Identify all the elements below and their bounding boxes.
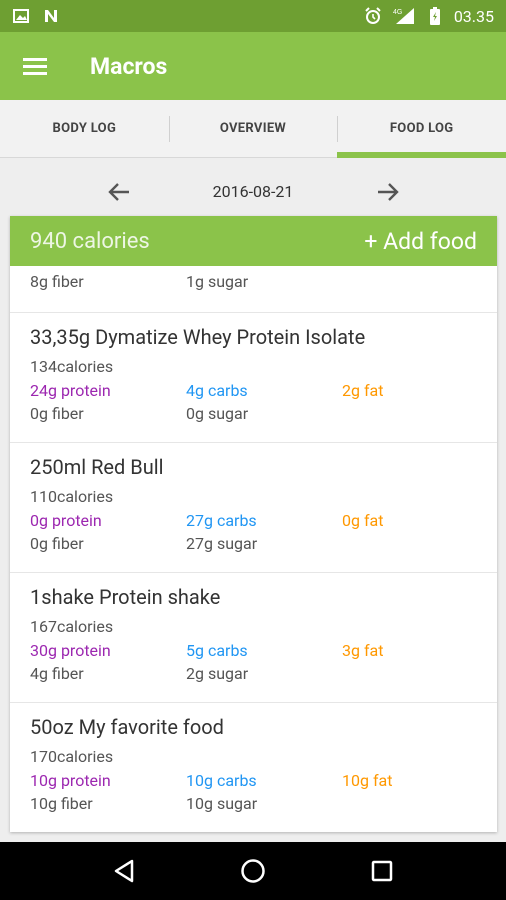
fat-value: 3g fat bbox=[342, 641, 384, 660]
tab-overview[interactable]: OVERVIEW bbox=[168, 100, 338, 157]
sugar-value: 0g sugar bbox=[186, 404, 249, 423]
date-navigator: 2016-08-21 bbox=[0, 166, 506, 216]
tab-food-log[interactable]: FOOD LOG bbox=[337, 100, 506, 158]
tab-body-log[interactable]: BODY LOG bbox=[0, 100, 169, 157]
svg-text:4G: 4G bbox=[393, 9, 402, 16]
food-title: 50oz My favorite food bbox=[30, 715, 224, 739]
sugar-value: 27g sugar bbox=[186, 534, 258, 553]
back-button[interactable] bbox=[108, 855, 140, 887]
fiber-value: 4g fiber bbox=[30, 664, 84, 683]
carbs-value: 10g carbs bbox=[186, 771, 257, 790]
alarm-icon bbox=[364, 7, 382, 25]
sugar-value: 10g sugar bbox=[186, 794, 258, 813]
food-calories: 167calories bbox=[30, 617, 114, 636]
current-date: 2016-08-21 bbox=[212, 181, 294, 201]
image-notification-icon bbox=[12, 7, 30, 25]
carbs-value: 5g carbs bbox=[186, 641, 248, 660]
add-food-button[interactable]: + Add food bbox=[364, 228, 477, 255]
food-entry[interactable]: 1shake Protein shake 167calories 30g pro… bbox=[10, 573, 497, 703]
home-button[interactable] bbox=[237, 855, 269, 887]
food-entry[interactable]: 250ml Red Bull 110calories 0g protein 27… bbox=[10, 443, 497, 573]
fiber-value: 0g fiber bbox=[30, 534, 84, 553]
card-header: 940 calories + Add food bbox=[10, 216, 497, 266]
back-triangle-icon bbox=[115, 859, 134, 883]
sugar-value: 1g sugar bbox=[186, 272, 249, 291]
battery-icon bbox=[426, 7, 444, 25]
home-circle-icon bbox=[241, 859, 265, 883]
arrow-left-icon bbox=[108, 183, 129, 201]
status-bar: 4G 03.35 bbox=[0, 0, 506, 32]
clock: 03.35 bbox=[453, 6, 494, 26]
food-entry[interactable]: 33,35g Dymatize Whey Protein Isolate 134… bbox=[10, 313, 497, 443]
carbs-value: 27g carbs bbox=[186, 511, 257, 530]
food-title: 1shake Protein shake bbox=[30, 585, 221, 609]
fiber-value: 10g fiber bbox=[30, 794, 93, 813]
app-bar: Macros bbox=[0, 32, 506, 100]
fat-value: 0g fat bbox=[342, 511, 384, 530]
previous-day-button[interactable] bbox=[105, 178, 133, 206]
food-title: 33,35g Dymatize Whey Protein Isolate bbox=[30, 325, 366, 349]
food-entry-list[interactable]: 8g fiber 1g sugar 33,35g Dymatize Whey P… bbox=[10, 216, 497, 832]
menu-button[interactable] bbox=[0, 32, 70, 100]
fiber-value: 0g fiber bbox=[30, 404, 84, 423]
food-calories: 110calories bbox=[30, 487, 114, 506]
total-calories: 940 calories bbox=[30, 228, 150, 254]
arrow-right-icon bbox=[378, 183, 399, 201]
protein-value: 10g protein bbox=[30, 771, 111, 790]
fat-value: 10g fat bbox=[342, 771, 393, 790]
signal-icon: 4G bbox=[392, 7, 416, 25]
n-notification-icon bbox=[42, 7, 60, 25]
recents-button[interactable] bbox=[366, 855, 398, 887]
sugar-value: 2g sugar bbox=[186, 664, 249, 683]
next-day-button[interactable] bbox=[374, 178, 402, 206]
hamburger-menu-icon bbox=[23, 58, 47, 75]
food-calories: 134calories bbox=[30, 357, 114, 376]
protein-value: 0g protein bbox=[30, 511, 102, 530]
system-navigation-bar bbox=[0, 842, 506, 900]
food-entry[interactable]: 50oz My favorite food 170calories 10g pr… bbox=[10, 703, 497, 832]
food-log-card: 940 calories + Add food 8g fiber 1g suga… bbox=[10, 216, 497, 832]
fiber-value: 8g fiber bbox=[30, 272, 84, 291]
tab-bar: BODY LOG OVERVIEW FOOD LOG bbox=[0, 100, 506, 158]
app-title: Macros bbox=[90, 52, 168, 80]
protein-value: 24g protein bbox=[30, 381, 111, 400]
recents-square-icon bbox=[371, 860, 392, 882]
food-title: 250ml Red Bull bbox=[30, 455, 164, 479]
carbs-value: 4g carbs bbox=[186, 381, 248, 400]
food-calories: 170calories bbox=[30, 747, 114, 766]
protein-value: 30g protein bbox=[30, 641, 111, 660]
fat-value: 2g fat bbox=[342, 381, 384, 400]
